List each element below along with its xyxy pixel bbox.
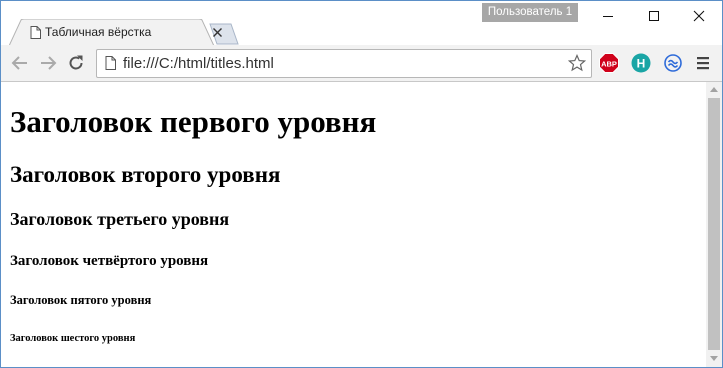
close-window-button[interactable] xyxy=(676,1,722,31)
heading-level-5: Заголовок пятого уровня xyxy=(10,293,152,307)
tab-close-button[interactable] xyxy=(213,28,222,37)
toolbar: ABP H xyxy=(1,45,722,82)
vertical-scrollbar[interactable] xyxy=(706,82,722,367)
extension-sync-icon[interactable] xyxy=(663,53,683,73)
back-arrow-icon xyxy=(11,56,27,70)
heading-level-2: Заголовок второго уровня xyxy=(10,162,281,187)
close-icon xyxy=(693,10,705,22)
address-bar[interactable] xyxy=(96,49,592,78)
tab-active[interactable]: Табличная вёрстка xyxy=(9,19,229,46)
heading-level-1: Заголовок первого уровня xyxy=(10,104,377,139)
reload-icon xyxy=(69,55,83,70)
page-content: Заголовок первого уровня Заголовок второ… xyxy=(1,82,706,367)
browser-window: Пользователь 1 Табличная вёрстка file://… xyxy=(0,0,723,368)
star-icon[interactable] xyxy=(568,54,586,72)
title-bar: Пользователь 1 Табличная вёрстка xyxy=(1,1,722,46)
heading-level-6: Заголовок шестого уровня xyxy=(10,333,136,344)
page-icon xyxy=(30,26,41,39)
url-input[interactable] xyxy=(123,53,553,73)
scrollbar-thumb[interactable] xyxy=(708,98,720,350)
extension-h-icon[interactable]: H xyxy=(631,53,651,73)
profile-button[interactable]: Пользователь 1 xyxy=(482,3,578,22)
adblock-label: ABP xyxy=(601,60,617,69)
minimize-icon xyxy=(603,16,613,17)
forward-arrow-icon xyxy=(41,56,57,70)
extension-h-label: H xyxy=(637,57,646,71)
heading-level-4: Заголовок четвёртого уровня xyxy=(10,253,209,269)
maximize-button[interactable] xyxy=(631,1,677,31)
tab-title: Табличная вёрстка xyxy=(45,25,152,39)
scroll-up-arrow-icon xyxy=(710,87,718,92)
back-button[interactable] xyxy=(10,53,30,73)
adblock-plus-icon[interactable]: ABP xyxy=(599,53,619,73)
reload-button[interactable] xyxy=(66,53,86,73)
page-icon xyxy=(105,56,116,70)
scroll-down-button[interactable] xyxy=(706,351,722,367)
forward-button[interactable] xyxy=(38,53,58,73)
maximize-icon xyxy=(649,11,659,21)
menu-icon[interactable] xyxy=(695,53,715,73)
minimize-button[interactable] xyxy=(585,1,631,31)
scroll-up-button[interactable] xyxy=(706,82,722,98)
scroll-down-arrow-icon xyxy=(710,356,718,361)
heading-level-3: Заголовок третьего уровня xyxy=(10,209,230,229)
